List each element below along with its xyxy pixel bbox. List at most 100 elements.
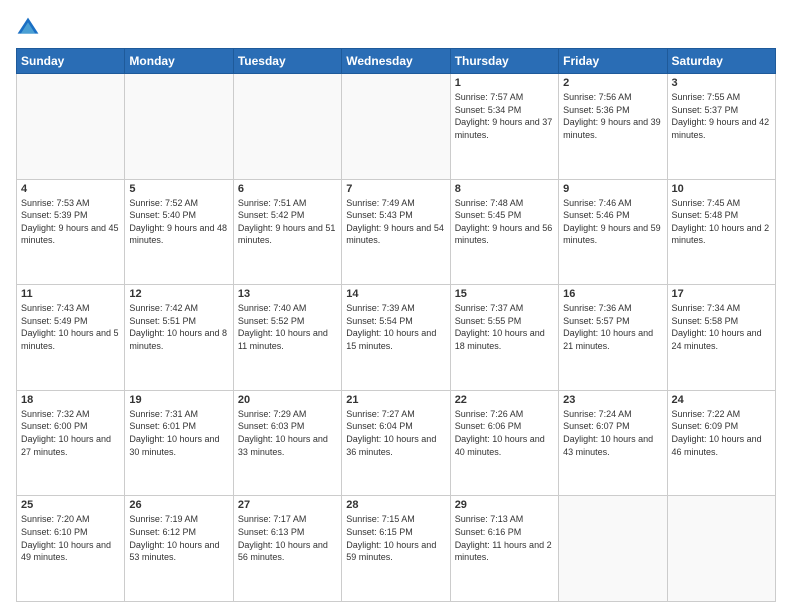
calendar-day-cell (559, 496, 667, 602)
day-number: 2 (563, 77, 662, 89)
day-info: Sunrise: 7:49 AM Sunset: 5:43 PM Dayligh… (346, 197, 445, 247)
day-number: 27 (238, 499, 337, 511)
calendar-header-row: SundayMondayTuesdayWednesdayThursdayFrid… (17, 49, 776, 74)
calendar-day-cell: 14 Sunrise: 7:39 AM Sunset: 5:54 PM Dayli… (342, 285, 450, 391)
calendar-week-row: 18 Sunrise: 7:32 AM Sunset: 6:00 PM Dayli… (17, 390, 776, 496)
calendar-day-cell: 19 Sunrise: 7:31 AM Sunset: 6:01 PM Dayli… (125, 390, 233, 496)
calendar-day-cell: 11 Sunrise: 7:43 AM Sunset: 5:49 PM Dayli… (17, 285, 125, 391)
calendar-week-row: 25 Sunrise: 7:20 AM Sunset: 6:10 PM Dayli… (17, 496, 776, 602)
day-info: Sunrise: 7:20 AM Sunset: 6:10 PM Dayligh… (21, 513, 120, 563)
day-number: 17 (672, 288, 771, 300)
calendar-day-cell (125, 74, 233, 180)
calendar-header-day: Saturday (667, 49, 775, 74)
calendar-day-cell: 3 Sunrise: 7:55 AM Sunset: 5:37 PM Daylig… (667, 74, 775, 180)
day-info: Sunrise: 7:24 AM Sunset: 6:07 PM Dayligh… (563, 408, 662, 458)
calendar-day-cell: 9Sunrise: 7:46 AM Sunset: 5:46 PM Daylig… (559, 179, 667, 285)
day-info: Sunrise: 7:51 AM Sunset: 5:42 PM Dayligh… (238, 197, 337, 247)
calendar-header-day: Tuesday (233, 49, 341, 74)
day-info: Sunrise: 7:40 AM Sunset: 5:52 PM Dayligh… (238, 302, 337, 352)
day-info: Sunrise: 7:37 AM Sunset: 5:55 PM Dayligh… (455, 302, 554, 352)
day-info: Sunrise: 7:32 AM Sunset: 6:00 PM Dayligh… (21, 408, 120, 458)
calendar-day-cell: 1 Sunrise: 7:57 AM Sunset: 5:34 PM Daylig… (450, 74, 558, 180)
day-number: 23 (563, 394, 662, 406)
calendar-week-row: 1 Sunrise: 7:57 AM Sunset: 5:34 PM Daylig… (17, 74, 776, 180)
day-number: 21 (346, 394, 445, 406)
day-number: 12 (129, 288, 228, 300)
calendar-day-cell: 20 Sunrise: 7:29 AM Sunset: 6:03 PM Dayli… (233, 390, 341, 496)
day-number: 20 (238, 394, 337, 406)
day-number: 28 (346, 499, 445, 511)
calendar-day-cell: 18 Sunrise: 7:32 AM Sunset: 6:00 PM Dayli… (17, 390, 125, 496)
day-number: 13 (238, 288, 337, 300)
day-number: 22 (455, 394, 554, 406)
day-info: Sunrise: 7:46 AM Sunset: 5:46 PM Dayligh… (563, 197, 662, 247)
calendar-header-day: Monday (125, 49, 233, 74)
day-number: 19 (129, 394, 228, 406)
day-info: Sunrise: 7:27 AM Sunset: 6:04 PM Dayligh… (346, 408, 445, 458)
calendar-day-cell: 22 Sunrise: 7:26 AM Sunset: 6:06 PM Dayli… (450, 390, 558, 496)
day-number: 24 (672, 394, 771, 406)
day-number: 26 (129, 499, 228, 511)
calendar-week-row: 4 Sunrise: 7:53 AM Sunset: 5:39 PM Daylig… (17, 179, 776, 285)
day-info: Sunrise: 7:36 AM Sunset: 5:57 PM Dayligh… (563, 302, 662, 352)
day-number: 14 (346, 288, 445, 300)
day-info: Sunrise: 7:31 AM Sunset: 6:01 PM Dayligh… (129, 408, 228, 458)
calendar-day-cell: 25 Sunrise: 7:20 AM Sunset: 6:10 PM Dayli… (17, 496, 125, 602)
calendar-day-cell (233, 74, 341, 180)
calendar-day-cell: 16Sunrise: 7:36 AM Sunset: 5:57 PM Dayli… (559, 285, 667, 391)
day-info: Sunrise: 7:22 AM Sunset: 6:09 PM Dayligh… (672, 408, 771, 458)
header (16, 16, 776, 40)
day-number: 3 (672, 77, 771, 89)
logo (16, 16, 44, 40)
calendar-day-cell: 15 Sunrise: 7:37 AM Sunset: 5:55 PM Dayli… (450, 285, 558, 391)
day-info: Sunrise: 7:42 AM Sunset: 5:51 PM Dayligh… (129, 302, 228, 352)
calendar-day-cell: 28 Sunrise: 7:15 AM Sunset: 6:15 PM Dayli… (342, 496, 450, 602)
day-info: Sunrise: 7:52 AM Sunset: 5:40 PM Dayligh… (129, 197, 228, 247)
calendar-day-cell: 26 Sunrise: 7:19 AM Sunset: 6:12 PM Dayli… (125, 496, 233, 602)
calendar-header-day: Wednesday (342, 49, 450, 74)
calendar-day-cell: 8Sunrise: 7:48 AM Sunset: 5:45 PM Daylig… (450, 179, 558, 285)
calendar-week-row: 11 Sunrise: 7:43 AM Sunset: 5:49 PM Dayli… (17, 285, 776, 391)
day-info: Sunrise: 7:15 AM Sunset: 6:15 PM Dayligh… (346, 513, 445, 563)
calendar-header-day: Thursday (450, 49, 558, 74)
day-number: 11 (21, 288, 120, 300)
calendar-day-cell (667, 496, 775, 602)
day-number: 7 (346, 183, 445, 195)
day-info: Sunrise: 7:29 AM Sunset: 6:03 PM Dayligh… (238, 408, 337, 458)
day-info: Sunrise: 7:56 AM Sunset: 5:36 PM Dayligh… (563, 91, 662, 141)
calendar-day-cell: 17 Sunrise: 7:34 AM Sunset: 5:58 PM Dayli… (667, 285, 775, 391)
calendar-day-cell: 13 Sunrise: 7:40 AM Sunset: 5:52 PM Dayli… (233, 285, 341, 391)
calendar-day-cell: 21 Sunrise: 7:27 AM Sunset: 6:04 PM Dayli… (342, 390, 450, 496)
day-info: Sunrise: 7:43 AM Sunset: 5:49 PM Dayligh… (21, 302, 120, 352)
day-info: Sunrise: 7:48 AM Sunset: 5:45 PM Dayligh… (455, 197, 554, 247)
day-number: 18 (21, 394, 120, 406)
day-number: 29 (455, 499, 554, 511)
calendar-day-cell (17, 74, 125, 180)
calendar-header-day: Sunday (17, 49, 125, 74)
day-number: 15 (455, 288, 554, 300)
calendar-day-cell: 27Sunrise: 7:17 AM Sunset: 6:13 PM Dayli… (233, 496, 341, 602)
logo-icon (16, 16, 40, 40)
calendar-day-cell: 4 Sunrise: 7:53 AM Sunset: 5:39 PM Daylig… (17, 179, 125, 285)
day-info: Sunrise: 7:57 AM Sunset: 5:34 PM Dayligh… (455, 91, 554, 141)
calendar-day-cell: 12 Sunrise: 7:42 AM Sunset: 5:51 PM Dayli… (125, 285, 233, 391)
day-info: Sunrise: 7:34 AM Sunset: 5:58 PM Dayligh… (672, 302, 771, 352)
day-info: Sunrise: 7:53 AM Sunset: 5:39 PM Dayligh… (21, 197, 120, 247)
day-info: Sunrise: 7:19 AM Sunset: 6:12 PM Dayligh… (129, 513, 228, 563)
calendar-day-cell: 10 Sunrise: 7:45 AM Sunset: 5:48 PM Dayli… (667, 179, 775, 285)
day-number: 4 (21, 183, 120, 195)
calendar-day-cell: 29 Sunrise: 7:13 AM Sunset: 6:16 PM Dayli… (450, 496, 558, 602)
day-info: Sunrise: 7:55 AM Sunset: 5:37 PM Dayligh… (672, 91, 771, 141)
day-info: Sunrise: 7:13 AM Sunset: 6:16 PM Dayligh… (455, 513, 554, 563)
day-number: 1 (455, 77, 554, 89)
calendar-day-cell (342, 74, 450, 180)
calendar-day-cell: 23 Sunrise: 7:24 AM Sunset: 6:07 PM Dayli… (559, 390, 667, 496)
day-number: 5 (129, 183, 228, 195)
calendar-day-cell: 6 Sunrise: 7:51 AM Sunset: 5:42 PM Daylig… (233, 179, 341, 285)
day-info: Sunrise: 7:26 AM Sunset: 6:06 PM Dayligh… (455, 408, 554, 458)
day-number: 25 (21, 499, 120, 511)
day-number: 10 (672, 183, 771, 195)
day-number: 6 (238, 183, 337, 195)
day-info: Sunrise: 7:45 AM Sunset: 5:48 PM Dayligh… (672, 197, 771, 247)
day-info: Sunrise: 7:39 AM Sunset: 5:54 PM Dayligh… (346, 302, 445, 352)
